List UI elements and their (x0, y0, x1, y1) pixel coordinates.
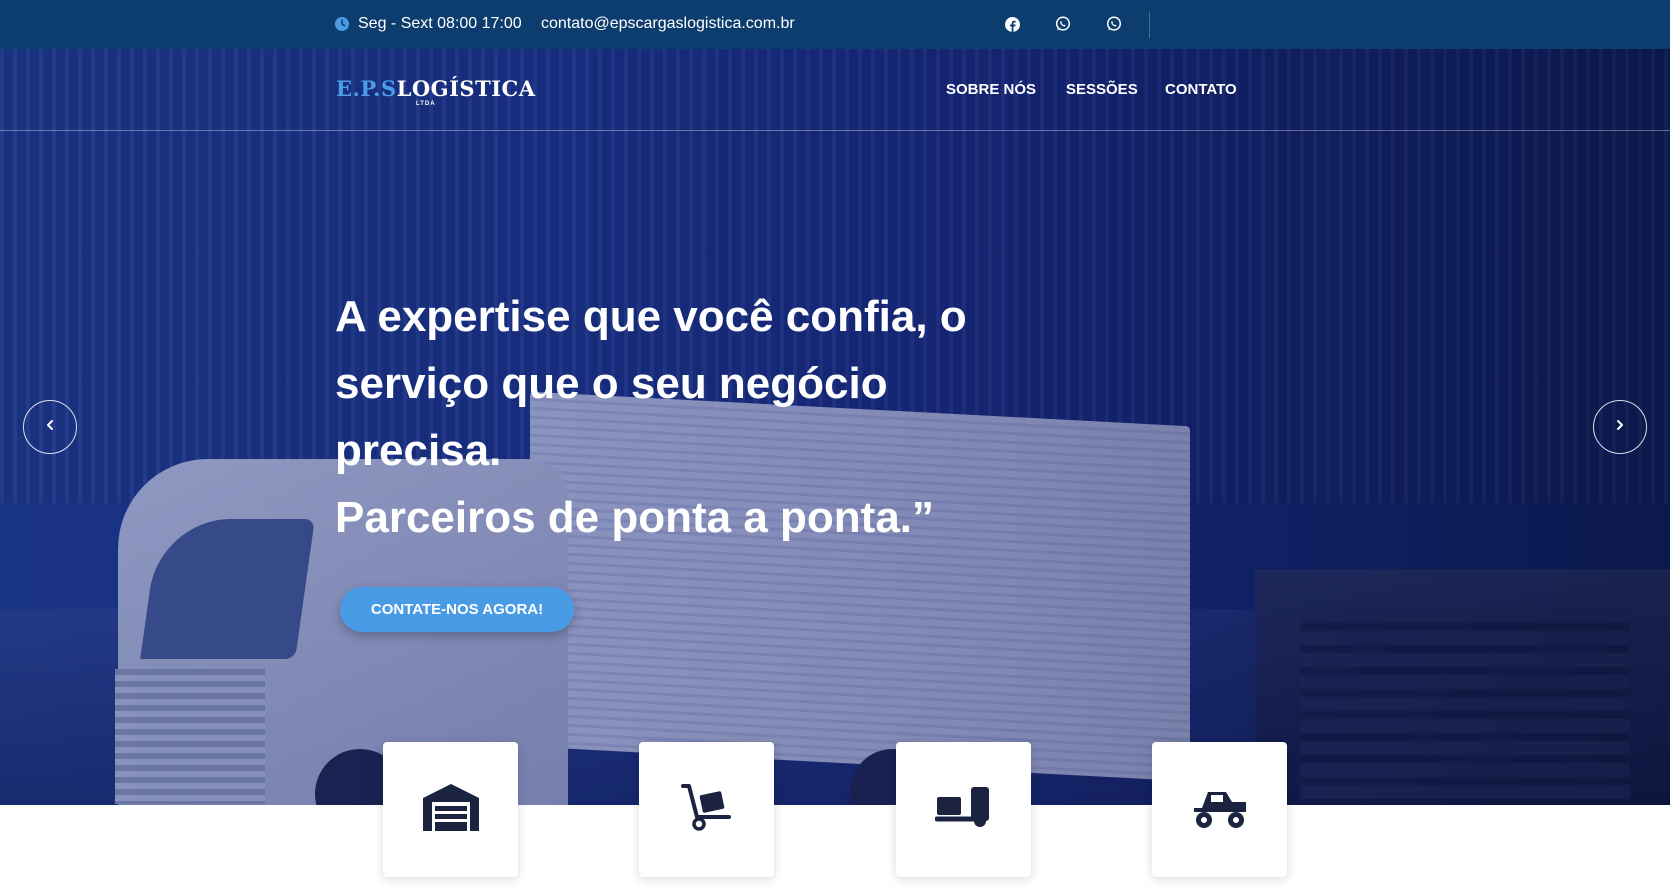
service-card-warehouse[interactable] (383, 742, 518, 877)
business-hours: Seg - Sext 08:00 17:00 (335, 15, 522, 33)
headline-line: precisa. (335, 426, 502, 475)
nav-sessoes[interactable]: SESSÕES (1066, 81, 1138, 98)
clock-icon (335, 17, 349, 31)
whatsapp-icon[interactable] (1053, 14, 1073, 34)
site-logo[interactable]: E.P.SLOGÍSTICA (336, 76, 536, 101)
monster-truck-icon (1190, 784, 1250, 835)
service-card-hand-truck[interactable] (639, 742, 774, 877)
headline-line: serviço que o seu negócio (335, 359, 888, 408)
whatsapp-icon[interactable] (1104, 14, 1124, 34)
topbar-divider (1149, 12, 1150, 38)
service-card-monster-truck[interactable] (1152, 742, 1287, 877)
header-divider (0, 130, 1670, 131)
chevron-right-icon (1614, 418, 1626, 436)
nav-sobre-nos[interactable]: SOBRE NÓS (946, 81, 1036, 98)
hand-truck-icon (680, 783, 733, 836)
email-link[interactable]: contato@epscargaslogistica.com.br (541, 15, 795, 33)
logo-ltda: LTDA (416, 101, 436, 107)
chevron-left-icon (44, 418, 56, 436)
hours-text: Seg - Sext 08:00 17:00 (358, 15, 522, 32)
warehouse-icon (422, 782, 480, 837)
contact-now-button[interactable]: CONTATE-NOS AGORA! (340, 587, 574, 632)
logo-eps: E.P.S (336, 76, 397, 101)
logo-logistica: LOGÍSTICA (396, 76, 536, 101)
headline-line: A expertise que você confia, o (335, 292, 967, 341)
nav-contato[interactable]: CONTATO (1165, 81, 1237, 98)
top-bar: Seg - Sext 08:00 17:00 contato@epscargas… (0, 0, 1670, 49)
headline-line: Parceiros de ponta a ponta.” (335, 493, 935, 542)
facebook-icon[interactable] (1002, 14, 1022, 34)
service-card-dolly[interactable] (896, 742, 1031, 877)
slider-prev-button[interactable] (23, 400, 77, 454)
dolly-icon (934, 785, 993, 834)
hero-headline: A expertise que você confia, o serviço q… (335, 283, 1095, 551)
slider-next-button[interactable] (1593, 400, 1647, 454)
